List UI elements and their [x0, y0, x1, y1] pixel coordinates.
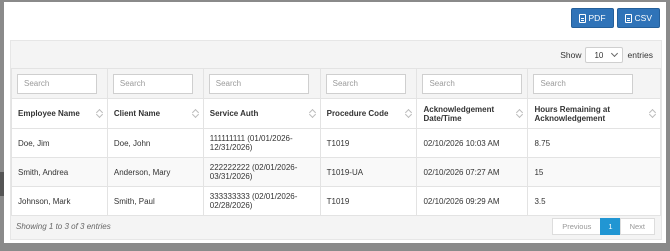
entries-per-page-select[interactable]: 10: [585, 47, 624, 63]
export-pdf-label: PDF: [588, 13, 606, 23]
filter-cell: [11, 68, 108, 99]
table-row[interactable]: Smith, Andrea Anderson, Mary 222222222 (…: [11, 157, 661, 187]
service-auth-line1: 111111111 (01/01/2026-: [209, 134, 293, 143]
procedure-code-header-label: Procedure Code: [326, 109, 389, 118]
column-filter-row: [11, 68, 661, 99]
client-cell: Doe, John: [106, 128, 204, 158]
service-auth-line2: 12/31/2026): [209, 143, 253, 152]
hours-cell: 8.75: [527, 128, 661, 158]
employee-cell: Doe, Jim: [11, 128, 108, 158]
service-auth-cell: 111111111 (01/01/2026- 12/31/2026): [202, 128, 321, 158]
sort-icon: [193, 109, 199, 118]
hours-cell: 15: [527, 157, 661, 187]
employee-name-header-label: Employee Name: [18, 109, 80, 118]
export-toolbar: PDF CSV: [570, 8, 660, 28]
filter-cell: [416, 68, 529, 99]
export-csv-button[interactable]: CSV: [616, 8, 660, 28]
filter-cell: [527, 68, 661, 99]
hours-cell: 3.5: [527, 186, 661, 216]
client-name-header[interactable]: Client Name: [106, 98, 204, 129]
employee-name-header[interactable]: Employee Name: [11, 98, 108, 129]
file-csv-icon: [624, 13, 632, 23]
procedure-cell: T1019: [319, 128, 418, 158]
service-auth-line1: 333333333 (02/01/2026-: [209, 192, 298, 201]
client-cell: Anderson, Mary: [106, 157, 204, 187]
hours-header-line2: Acknowledgement: [534, 113, 606, 123]
employee-search-input[interactable]: [17, 73, 97, 94]
service-auth-header-label: Service Auth: [209, 109, 259, 118]
hours-header-line1: Hours Remaining at: [534, 104, 611, 114]
sort-icon: [650, 109, 656, 118]
filter-cell: [319, 68, 418, 99]
pagination: Previous 1 Next: [552, 217, 655, 235]
sort-icon: [517, 109, 523, 118]
service-auth-line2: 03/31/2026): [209, 172, 253, 181]
table-info: Showing 1 to 3 of 3 entries: [16, 221, 111, 231]
employee-cell: Smith, Andrea: [11, 157, 108, 187]
service-auth-search-input[interactable]: [208, 73, 309, 94]
service-auth-line1: 222222222 (02/01/2026-: [209, 163, 298, 172]
service-auth-line2: 02/28/2026): [209, 201, 253, 210]
acknowledgement-cell: 02/10/2026 10:03 AM: [416, 128, 529, 158]
service-auth-header[interactable]: Service Auth: [202, 98, 321, 129]
entries-length-control: Show 10 entries: [560, 47, 653, 63]
previous-page-button[interactable]: Previous: [552, 217, 602, 235]
chevron-down-icon: [611, 49, 619, 58]
client-name-header-label: Client Name: [113, 109, 161, 118]
sort-icon: [310, 109, 316, 118]
length-prefix: Show: [560, 50, 582, 60]
acknowledgement-cell: 02/10/2026 07:27 AM: [416, 157, 529, 187]
service-auth-cell: 222222222 (02/01/2026- 03/31/2026): [202, 157, 321, 187]
procedure-cell: T1019-UA: [319, 157, 418, 187]
report-page: PDF CSV Show 10 entries Search Search Se…: [4, 2, 666, 243]
sort-icon: [97, 109, 103, 118]
procedure-cell: T1019: [319, 186, 418, 216]
datatable-panel: Show 10 entries Search Search Search Sea…: [10, 40, 662, 240]
table-row[interactable]: Doe, Jim Doe, John 111111111 (01/01/2026…: [11, 128, 661, 158]
ack-header-line1: Acknowledgement: [423, 104, 495, 114]
entries-per-page-value: 10: [594, 50, 604, 60]
ack-header-line2: Date/Time: [423, 113, 462, 123]
service-auth-cell: 333333333 (02/01/2026- 02/28/2026): [202, 186, 321, 216]
acknowledgement-search-input[interactable]: [422, 73, 523, 94]
procedure-code-header[interactable]: Procedure Code: [319, 98, 418, 129]
file-pdf-icon: [578, 13, 586, 23]
next-page-button[interactable]: Next: [619, 217, 655, 235]
page-1-button[interactable]: 1: [600, 217, 621, 235]
column-header-row: Employee Name Client Name Service Auth P…: [11, 98, 661, 129]
employee-cell: Johnson, Mark: [11, 186, 108, 216]
hours-remaining-header[interactable]: Hours Remaining at Acknowledgement: [527, 98, 661, 129]
acknowledgement-cell: 02/10/2026 09:29 AM: [416, 186, 529, 216]
client-cell: Smith, Paul: [106, 186, 204, 216]
length-suffix: entries: [627, 50, 653, 60]
filter-cell: [202, 68, 321, 99]
export-pdf-button[interactable]: PDF: [570, 8, 614, 28]
hours-search-input[interactable]: [533, 73, 634, 94]
procedure-search-input[interactable]: [325, 73, 406, 94]
sort-icon: [406, 109, 412, 118]
client-search-input[interactable]: [112, 73, 193, 94]
filter-cell: [106, 68, 204, 99]
acknowledgement-table: Employee Name Client Name Service Auth P…: [11, 68, 661, 216]
export-csv-label: CSV: [634, 13, 652, 23]
table-footer: Showing 1 to 3 of 3 entries Previous 1 N…: [11, 213, 661, 239]
acknowledgement-datetime-header[interactable]: Acknowledgement Date/Time: [416, 98, 529, 129]
table-row[interactable]: Johnson, Mark Smith, Paul 333333333 (02/…: [11, 186, 661, 216]
